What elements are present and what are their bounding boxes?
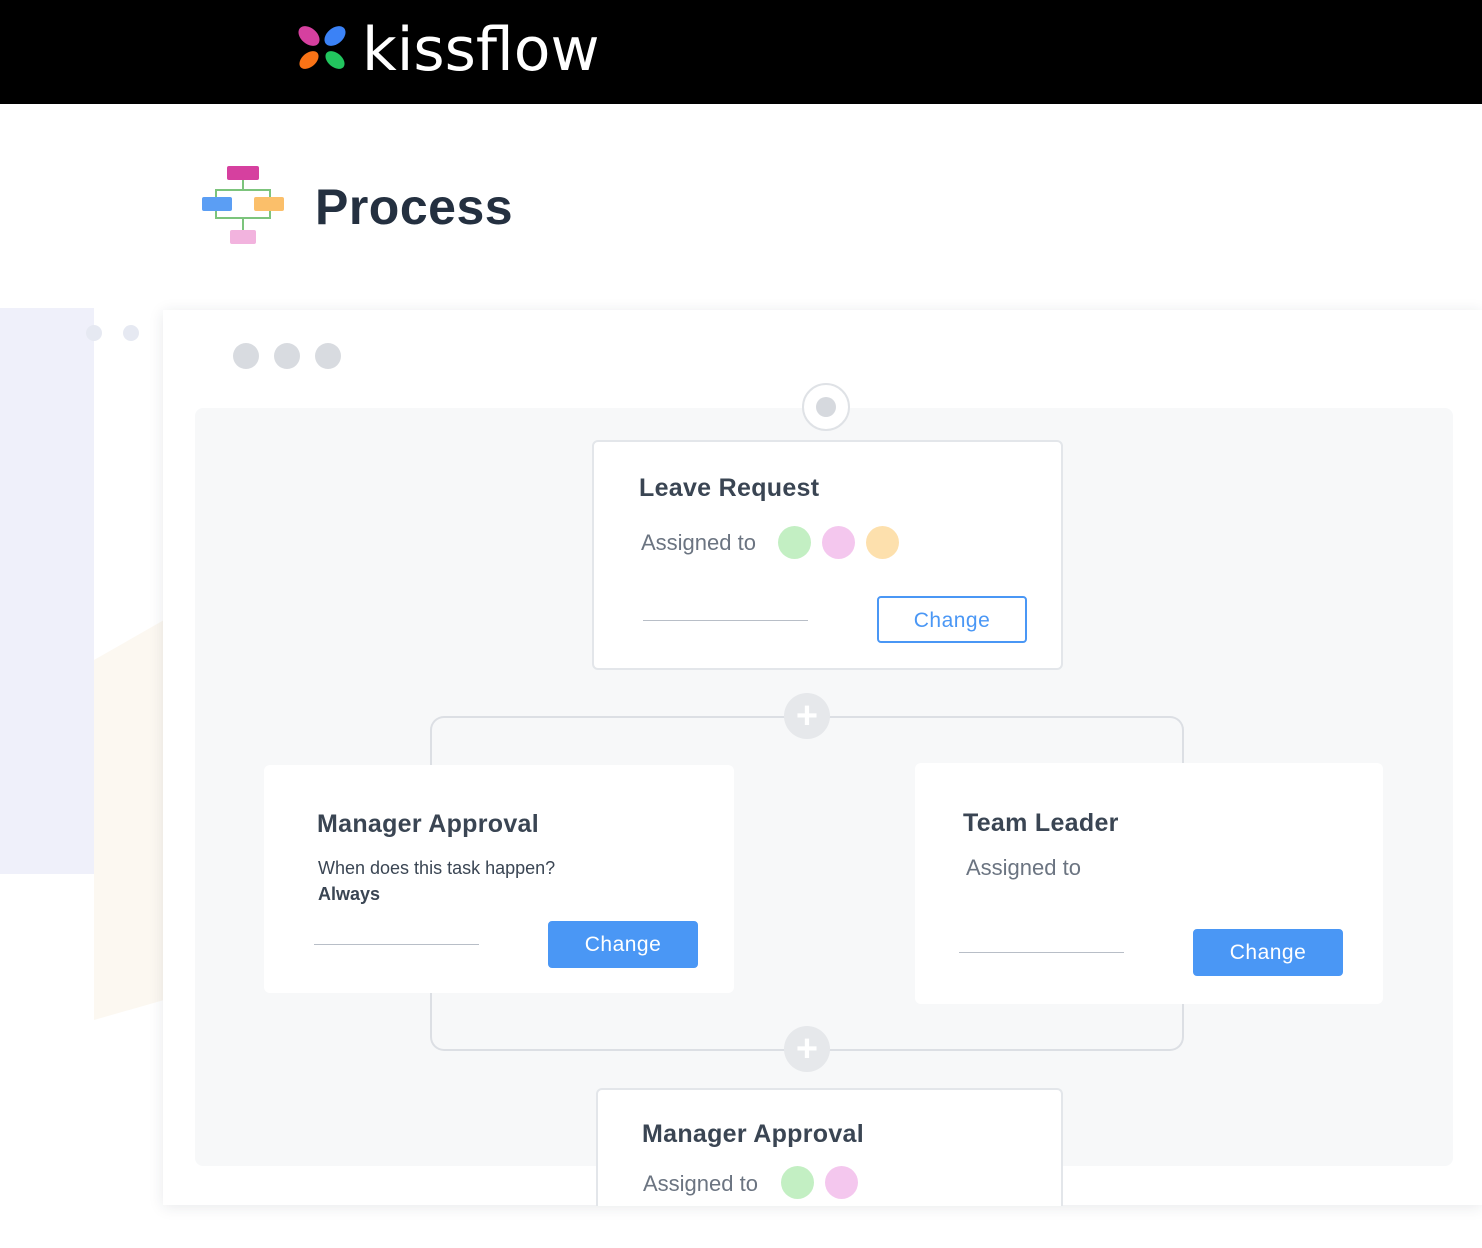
avatar[interactable]: [866, 526, 899, 559]
page-title: Process: [315, 179, 514, 235]
condition-question: When does this task happen?: [318, 858, 556, 878]
brand-name: kissflow: [362, 15, 600, 85]
condition-value: Always: [318, 884, 381, 904]
avatar[interactable]: [822, 526, 855, 559]
input-line[interactable]: [314, 944, 479, 945]
background-dot: [86, 325, 102, 341]
avatar[interactable]: [825, 1166, 858, 1199]
step-title: Manager Approval: [642, 1120, 864, 1148]
step-card-team-leader[interactable]: Team Leader Assigned to Change: [915, 763, 1383, 1004]
assigned-label: Assigned to: [966, 855, 1081, 880]
background-panel: [0, 308, 94, 874]
assigned-label: Assigned to: [643, 1171, 758, 1196]
change-button[interactable]: Change: [877, 596, 1027, 643]
window-control-dot: [315, 343, 341, 369]
assigned-label: Assigned to: [641, 530, 756, 555]
process-flow-icon: [202, 166, 284, 244]
start-node-dot: [816, 397, 836, 417]
background-dot: [123, 325, 139, 341]
step-card-leave-request[interactable]: Leave Request Assigned to Change: [592, 440, 1063, 670]
kissflow-logo-icon: [298, 26, 346, 69]
avatar[interactable]: [778, 526, 811, 559]
start-node[interactable]: [802, 383, 850, 431]
background-accent: [94, 620, 164, 1020]
change-button[interactable]: Change: [548, 921, 698, 968]
input-line[interactable]: [959, 952, 1124, 953]
step-card-manager-approval-final[interactable]: Manager Approval Assigned to: [596, 1088, 1063, 1206]
add-step-button[interactable]: +: [784, 1026, 830, 1072]
avatar[interactable]: [781, 1166, 814, 1199]
input-line[interactable]: [643, 620, 808, 621]
step-title: Team Leader: [963, 809, 1119, 837]
step-title: Leave Request: [639, 474, 820, 502]
change-button[interactable]: Change: [1193, 929, 1343, 976]
add-step-button[interactable]: +: [784, 693, 830, 739]
window-control-dot: [274, 343, 300, 369]
step-title: Manager Approval: [317, 810, 539, 838]
top-bar: kissflow: [0, 0, 1482, 104]
window-control-dot: [233, 343, 259, 369]
step-card-manager-approval[interactable]: Manager Approval When does this task hap…: [264, 765, 734, 993]
